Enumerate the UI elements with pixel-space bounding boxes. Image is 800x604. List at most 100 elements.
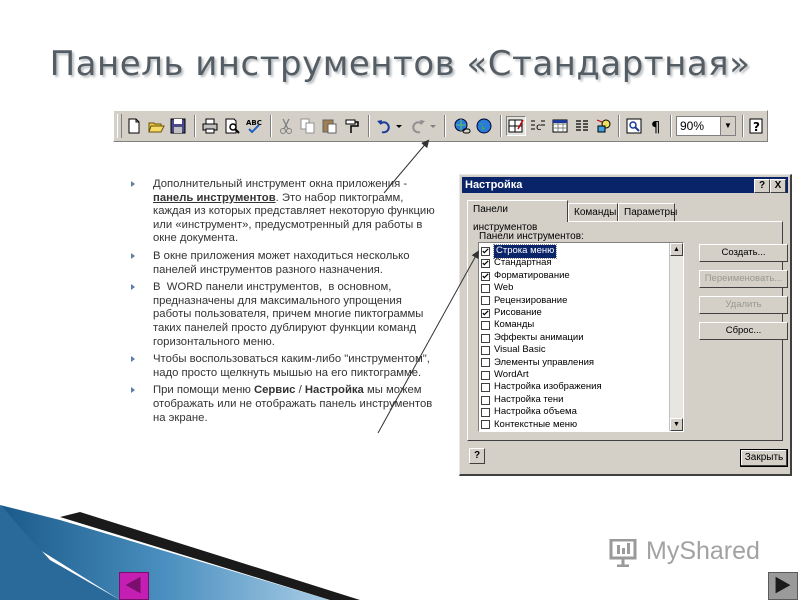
columns-icon[interactable] [572, 116, 592, 136]
brand-logo: MyShared [646, 537, 760, 565]
toolbar-checkbox[interactable] [481, 283, 490, 293]
list-item[interactable]: Команды [481, 319, 534, 332]
reset-button[interactable]: Сброс... [699, 322, 788, 340]
bullet-arrow-icon [131, 181, 135, 187]
list-item-label: WordArt [494, 369, 529, 380]
tables-borders-icon[interactable] [506, 116, 526, 136]
tab-options[interactable]: Параметры [618, 203, 677, 221]
insert-table-icon[interactable]: c [528, 116, 548, 136]
tab-label: Команды [574, 207, 617, 218]
toolbar-checkbox[interactable] [481, 395, 490, 405]
list-item-label: Настройка объема [494, 406, 577, 418]
list-item[interactable]: Контекстные меню [481, 419, 577, 431]
list-item-label: Эффекты анимации [494, 331, 584, 343]
list-item[interactable]: Web [481, 282, 513, 295]
list-item[interactable]: Строка меню [481, 244, 558, 259]
tab-toolbars[interactable]: Панели инструментов [467, 200, 568, 233]
preview-icon[interactable] [222, 116, 242, 136]
list-item[interactable]: Стандартная [481, 257, 552, 270]
list-item[interactable]: Рецензирование [481, 295, 567, 308]
list-item-label: Команды [494, 319, 535, 331]
list-item[interactable]: Настройка тени [481, 394, 564, 407]
toolbar-checkbox[interactable] [481, 370, 490, 380]
list-item[interactable]: Visual Basic [481, 344, 546, 357]
toolbar-checkbox[interactable] [481, 407, 490, 417]
toolbar-checkbox[interactable] [481, 345, 490, 355]
help-button[interactable]: ? [754, 179, 770, 193]
list-item-label: Visual Basic [494, 344, 546, 356]
toolbar-checkbox[interactable] [481, 271, 490, 281]
copy-icon[interactable] [298, 116, 318, 136]
help-icon[interactable]: ? [746, 116, 766, 136]
list-scrollbar[interactable]: ▲ ▼ [669, 243, 683, 431]
customize-dialog: Настройка ? X Панели инструментов Команд… [459, 174, 792, 476]
list-item-label: Настройка изображения [494, 381, 602, 393]
bullet-text: В WORD панели инструментов, в основном, … [153, 281, 427, 348]
toolbar-term: панель инструментов [153, 191, 276, 204]
list-item-label: Элементы управления [494, 356, 595, 368]
create-button[interactable]: Создать... [699, 244, 788, 262]
drawing-icon[interactable] [594, 116, 614, 136]
list-item-label: Форматирование [494, 269, 570, 281]
toolbar-grip[interactable] [117, 114, 122, 138]
toolbar-checkbox[interactable] [481, 383, 490, 393]
redo-icon[interactable] [408, 116, 428, 136]
bullet-text: В окне приложения может находиться неско… [153, 249, 410, 276]
dialog-title-bar[interactable]: Настройка ? X [462, 177, 788, 193]
bullet-item: Чтобы воспользоваться каким-либо "инстру… [128, 353, 440, 380]
list-item[interactable]: Настройка изображения [481, 381, 602, 394]
list-item[interactable]: Элементы управления [481, 357, 594, 370]
menu-term: Сервис [253, 384, 296, 397]
tab-panel: Панели инструментов: Строка менюСтандарт… [467, 221, 788, 441]
show-hide-icon[interactable]: ¶ [646, 116, 666, 136]
toolbar-checkbox[interactable] [481, 321, 490, 331]
web-icon[interactable] [474, 116, 494, 136]
list-item[interactable]: Рисование [481, 307, 542, 320]
bullet-text: Чтобы воспользоваться каким-либо "инстру… [153, 353, 430, 379]
list-item[interactable]: Эффекты анимации [481, 332, 584, 345]
save-icon[interactable] [168, 116, 188, 136]
list-item[interactable]: Форматирование [481, 270, 570, 283]
format-painter-icon[interactable] [342, 116, 362, 136]
scroll-up-icon[interactable]: ▲ [670, 243, 683, 256]
print-icon[interactable] [200, 116, 220, 136]
toolbar-checkbox[interactable] [481, 246, 490, 256]
toolbar-checkbox[interactable] [481, 420, 490, 430]
toolbar-checkbox[interactable] [481, 358, 490, 368]
chevron-down-icon[interactable]: ▼ [720, 117, 735, 135]
undo-dropdown-icon[interactable] [394, 116, 404, 136]
bullet-arrow-icon [131, 356, 135, 363]
scroll-down-icon[interactable]: ▼ [670, 418, 683, 431]
tab-commands[interactable]: Команды [568, 203, 618, 221]
menu-term: Настройка [304, 384, 364, 397]
footer-help-button[interactable]: ? [469, 448, 485, 464]
cut-icon[interactable] [276, 116, 296, 136]
redo-dropdown-icon[interactable] [428, 116, 438, 136]
rename-button[interactable]: Переименовать... [699, 270, 788, 288]
toolbar-checkbox[interactable] [481, 296, 490, 306]
new-icon[interactable] [124, 116, 144, 136]
list-item[interactable]: Настройка объема [481, 406, 577, 419]
standard-toolbar: ABC c ¶ 90% ▼ ? [113, 110, 768, 142]
toolbar-checkbox[interactable] [481, 308, 490, 318]
open-icon[interactable] [146, 116, 166, 136]
toolbar-checkbox[interactable] [481, 259, 490, 269]
prev-slide-button[interactable] [119, 572, 149, 600]
insert-excel-icon[interactable] [550, 116, 570, 136]
close-button[interactable]: X [770, 179, 786, 193]
paste-icon[interactable] [320, 116, 340, 136]
next-slide-button[interactable] [768, 572, 798, 600]
document-map-icon[interactable] [624, 116, 644, 136]
toolbar-checkbox[interactable] [481, 333, 490, 343]
bullet-arrow-icon [131, 284, 135, 291]
undo-icon[interactable] [374, 116, 394, 136]
close-dialog-button[interactable]: Закрыть [740, 449, 788, 467]
bullet-arrow-icon [131, 252, 135, 259]
zoom-select[interactable]: 90% ▼ [676, 116, 736, 136]
delete-button[interactable]: Удалить [699, 296, 788, 314]
spelling-icon[interactable]: ABC [244, 116, 264, 136]
list-item[interactable]: WordArt [481, 369, 529, 382]
hyperlink-icon[interactable] [452, 116, 472, 136]
question-icon: ? [758, 180, 766, 191]
toolbars-list[interactable]: Строка меню Стандартная Форматирование Web Р… [478, 242, 684, 432]
